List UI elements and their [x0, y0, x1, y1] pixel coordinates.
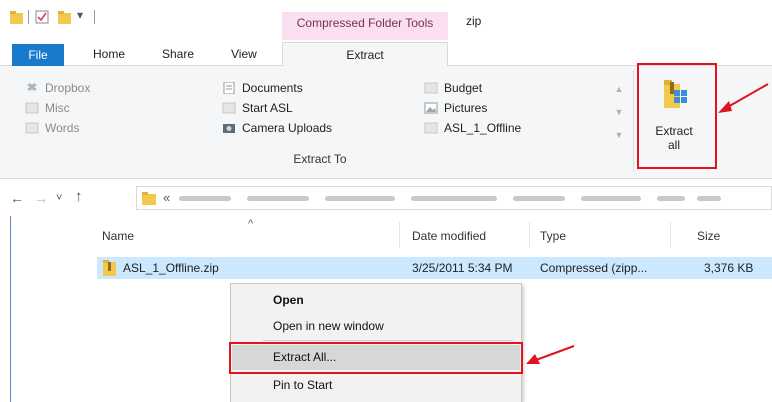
gallery-item[interactable]: ASL_1_Offline — [424, 118, 521, 138]
file-type-cell: Compressed (zipp... — [540, 261, 648, 275]
qat-separator — [94, 10, 95, 24]
breadcrumb-segment[interactable] — [179, 196, 231, 201]
gallery-item-label: ASL_1_Offline — [444, 121, 522, 135]
folder-icon — [424, 80, 438, 94]
tab-view[interactable]: View — [231, 47, 257, 61]
tab-home[interactable]: Home — [93, 47, 125, 61]
gallery-item[interactable]: Misc — [25, 98, 90, 118]
folder-icon — [25, 120, 39, 134]
folder-icon — [222, 100, 236, 114]
extract-to-gallery-col3: Budget Pictures ASL_1_Offline — [424, 78, 521, 138]
gallery-item[interactable]: Start ASL — [222, 98, 332, 118]
file-size-cell: 3,376 KB — [704, 261, 754, 275]
column-header-type[interactable]: Type — [540, 229, 566, 243]
contextual-tab-group-label: Compressed Folder Tools — [296, 16, 434, 30]
column-header-date-modified[interactable]: Date modified — [412, 229, 486, 243]
ribbon-group-divider — [633, 70, 634, 172]
gallery-item-label: Start ASL — [242, 101, 293, 115]
address-box[interactable]: « — [136, 186, 772, 210]
tab-share[interactable]: Share — [162, 47, 194, 61]
breadcrumb-segment[interactable] — [247, 196, 309, 201]
menu-separator — [263, 340, 513, 341]
gallery-item[interactable]: Words — [25, 118, 90, 138]
navigation-pane-edge — [10, 216, 11, 402]
arrow-annotation-icon — [716, 80, 770, 116]
highlight-box-extract-all — [637, 63, 717, 169]
scroll-down-icon[interactable]: ▼ — [612, 101, 626, 124]
back-button[interactable]: ← — [10, 190, 24, 206]
dropbox-icon — [25, 80, 39, 92]
folder-icon — [424, 120, 438, 134]
gallery-item-label: Pictures — [444, 101, 488, 115]
file-date-cell: 3/25/2011 5:34 PM — [412, 261, 513, 275]
gallery-item[interactable]: Budget — [424, 78, 521, 98]
gallery-item[interactable]: Dropbox — [25, 78, 90, 98]
extract-to-gallery-col1: Dropbox Misc Words — [25, 78, 90, 138]
breadcrumb-segment[interactable] — [657, 196, 685, 201]
highlight-box-extract-all-menu — [229, 342, 523, 374]
breadcrumb-segment[interactable] — [325, 196, 395, 201]
gallery-item[interactable]: Documents — [222, 78, 332, 98]
gallery-item-label: Budget — [444, 81, 483, 95]
tab-extract[interactable]: Extract — [282, 42, 448, 66]
qat-new-folder-icon[interactable] — [58, 11, 71, 24]
up-button[interactable]: ↑ — [75, 188, 83, 205]
window-title: zip — [466, 14, 482, 28]
menu-item-open-new-window[interactable]: Open in new window — [273, 319, 384, 333]
sort-indicator-icon: ^ — [248, 218, 254, 230]
qat-customize-icon[interactable]: ▾ — [77, 8, 83, 22]
zip-file-icon — [103, 260, 116, 276]
extract-to-group-label: Extract To — [293, 152, 347, 166]
menu-item-pin-to-start[interactable]: Pin to Start — [273, 378, 332, 392]
extract-to-gallery-col2: Documents Start ASL Camera Uploads — [222, 78, 332, 138]
gallery-item-label: Words — [45, 121, 80, 135]
gallery-item-label: Misc — [45, 101, 70, 115]
file-name-cell[interactable]: ASL_1_Offline.zip — [123, 261, 219, 275]
qat-folder-icon[interactable] — [10, 11, 23, 24]
recent-locations-button[interactable]: ˅ — [56, 192, 62, 204]
menu-item-open[interactable]: Open — [273, 293, 304, 307]
column-header-size[interactable]: Size — [697, 229, 720, 243]
tab-file[interactable]: File — [12, 44, 64, 66]
column-divider — [670, 222, 671, 248]
breadcrumb-segment[interactable] — [697, 196, 721, 201]
forward-button[interactable]: → — [34, 190, 48, 206]
gallery-item[interactable]: Camera Uploads — [222, 118, 332, 138]
arrow-annotation-icon — [524, 344, 576, 368]
gallery-more-icon[interactable]: ▼ — [612, 124, 626, 147]
address-overflow[interactable]: « — [163, 190, 170, 205]
column-divider — [529, 222, 530, 248]
column-divider — [399, 222, 400, 248]
breadcrumb-segment[interactable] — [513, 196, 565, 201]
gallery-item-label: Documents — [242, 81, 303, 95]
qat-properties-icon[interactable] — [35, 10, 49, 24]
address-folder-icon — [142, 192, 156, 205]
breadcrumb-segment[interactable] — [411, 196, 497, 201]
gallery-item-label: Dropbox — [45, 81, 91, 95]
qat-separator — [28, 10, 29, 24]
breadcrumb-segment[interactable] — [581, 196, 641, 201]
column-header-name[interactable]: Name — [102, 229, 134, 243]
documents-icon — [222, 80, 236, 95]
gallery-scrollbar[interactable]: ▲ ▼ ▼ — [612, 78, 626, 148]
camera-icon — [222, 120, 236, 133]
gallery-item[interactable]: Pictures — [424, 98, 521, 118]
scroll-up-icon[interactable]: ▲ — [612, 78, 626, 101]
gallery-item-label: Camera Uploads — [242, 121, 333, 135]
folder-icon — [25, 100, 39, 114]
pictures-icon — [424, 100, 438, 114]
